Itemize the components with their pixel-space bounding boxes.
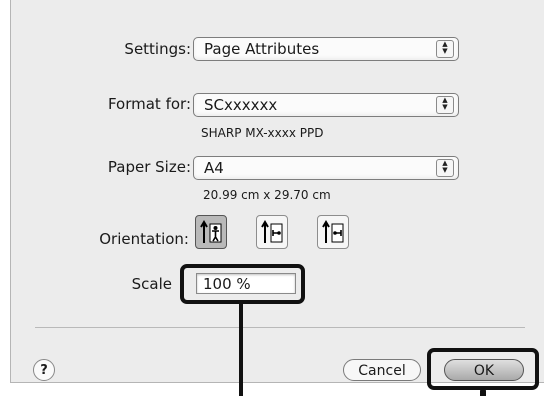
landscape-left-orientation-icon [261, 220, 283, 243]
orientation-landscape-right-button[interactable] [317, 215, 349, 249]
paper-dimensions-text: 20.99 cm x 29.70 cm [203, 188, 331, 202]
landscape-right-orientation-icon [322, 220, 344, 243]
paper-size-label: Paper Size: [107, 158, 191, 176]
settings-label: Settings: [124, 40, 191, 58]
popup-arrows-icon: ▲ ▼ [436, 40, 454, 58]
portrait-orientation-icon [200, 220, 222, 243]
scale-callout-pointer [239, 302, 243, 396]
divider [35, 327, 525, 328]
paper-size-popup[interactable]: A4 ▲ ▼ [193, 156, 459, 180]
orientation-portrait-button[interactable] [195, 215, 227, 249]
cancel-button[interactable]: Cancel [343, 359, 421, 381]
orientation-landscape-left-button[interactable] [256, 215, 288, 249]
settings-value: Page Attributes [204, 40, 320, 58]
popup-arrows-icon: ▲ ▼ [436, 96, 454, 114]
paper-size-value: A4 [204, 159, 224, 177]
page-setup-dialog: Settings: Page Attributes ▲ ▼ Format for:… [10, 0, 544, 383]
format-for-popup[interactable]: SCxxxxxx ▲ ▼ [193, 93, 459, 117]
settings-popup[interactable]: Page Attributes ▲ ▼ [193, 37, 459, 61]
printer-ppd-text: SHARP MX-xxxx PPD [201, 126, 324, 140]
popup-arrows-icon: ▲ ▼ [436, 159, 454, 177]
ok-callout-box [427, 348, 539, 390]
format-for-value: SCxxxxxx [204, 96, 278, 114]
scale-callout-box [180, 264, 305, 304]
scale-label: Scale [131, 275, 172, 293]
format-for-label: Format for: [107, 95, 191, 113]
orientation-label: Orientation: [99, 230, 189, 248]
ok-callout-pointer [480, 388, 486, 396]
help-button[interactable]: ? [33, 359, 55, 381]
